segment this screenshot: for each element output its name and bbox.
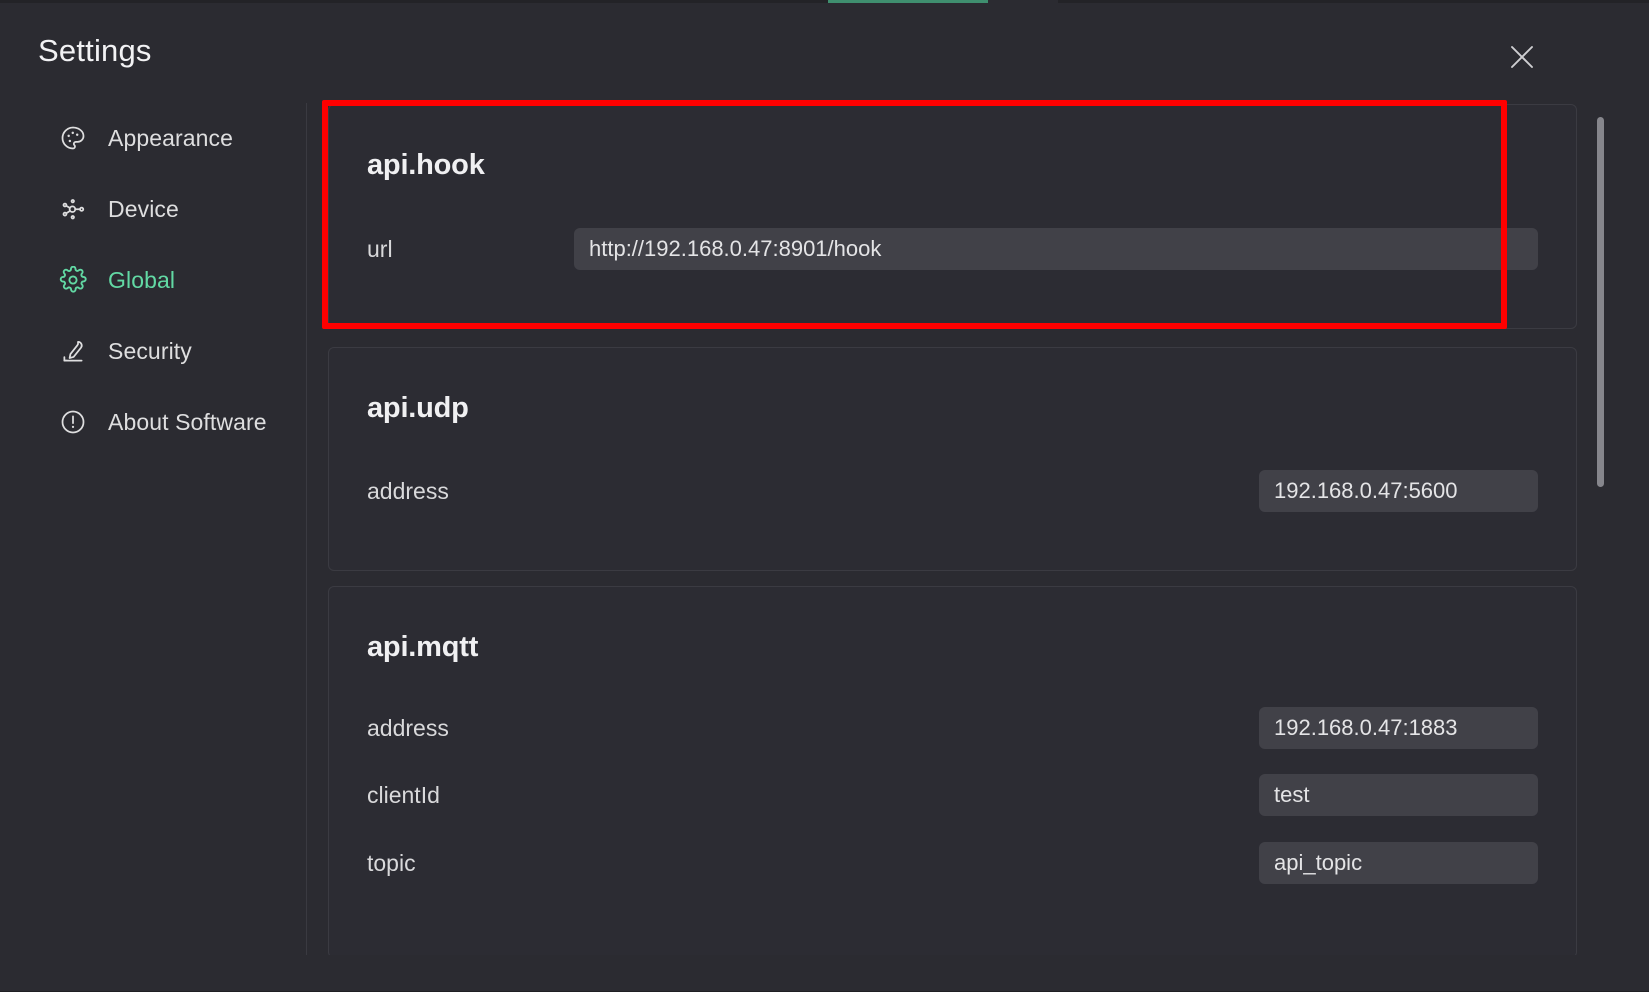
field-row: address 192.168.0.47:5600 xyxy=(367,470,1538,512)
card-title: api.hook xyxy=(367,149,485,181)
field-label: url xyxy=(367,235,393,262)
settings-sidebar: Appearance Device Global Security About … xyxy=(0,103,307,955)
settings-content-panel: api.hook url http://192.168.0.47:8901/ho… xyxy=(307,103,1649,955)
sidebar-item-label: Global xyxy=(108,266,176,293)
field-label: address xyxy=(367,714,449,741)
sidebar-item-label: About Software xyxy=(108,408,267,435)
udp-address-input[interactable]: 192.168.0.47:5600 xyxy=(1259,470,1538,512)
sidebar-item-global[interactable]: Global xyxy=(58,260,175,300)
close-icon[interactable] xyxy=(1503,38,1541,76)
url-input[interactable]: http://192.168.0.47:8901/hook xyxy=(574,228,1538,270)
fingerprint-scan-icon xyxy=(58,336,88,366)
settings-dialog: Settings Appearance Device Global Securi… xyxy=(0,3,1649,992)
sidebar-item-device[interactable]: Device xyxy=(58,189,179,229)
settings-card-api-mqtt: api.mqtt address 192.168.0.47:1883 clien… xyxy=(328,586,1577,955)
content-scrollbar-thumb[interactable] xyxy=(1597,117,1604,487)
mqtt-topic-input[interactable]: api_topic xyxy=(1259,842,1538,884)
info-circle-icon xyxy=(58,407,88,437)
field-row: address 192.168.0.47:1883 xyxy=(367,707,1538,749)
sidebar-item-about-software[interactable]: About Software xyxy=(58,402,267,442)
field-label: address xyxy=(367,477,449,504)
field-label: clientId xyxy=(367,781,440,808)
field-row: clientId test xyxy=(367,774,1538,816)
page-title: Settings xyxy=(38,33,152,68)
sidebar-item-appearance[interactable]: Appearance xyxy=(58,118,233,158)
mqtt-address-input[interactable]: 192.168.0.47:1883 xyxy=(1259,707,1538,749)
settings-card-api-udp: api.udp address 192.168.0.47:5600 xyxy=(328,347,1577,571)
card-title: api.udp xyxy=(367,392,469,424)
gear-icon xyxy=(58,265,88,295)
mqtt-clientid-input[interactable]: test xyxy=(1259,774,1538,816)
sidebar-item-label: Appearance xyxy=(108,124,234,151)
sidebar-item-security[interactable]: Security xyxy=(58,331,192,371)
device-nodes-icon xyxy=(58,194,88,224)
content-scrollbar-track[interactable] xyxy=(1595,106,1607,955)
field-label: topic xyxy=(367,849,416,876)
field-row: topic api_topic xyxy=(367,842,1538,884)
field-row: url http://192.168.0.47:8901/hook xyxy=(367,228,1538,270)
card-title: api.mqtt xyxy=(367,631,479,663)
sidebar-item-label: Device xyxy=(108,195,179,222)
palette-icon xyxy=(58,123,88,153)
sidebar-item-label: Security xyxy=(108,337,192,364)
settings-card-api-hook: api.hook url http://192.168.0.47:8901/ho… xyxy=(328,104,1577,329)
